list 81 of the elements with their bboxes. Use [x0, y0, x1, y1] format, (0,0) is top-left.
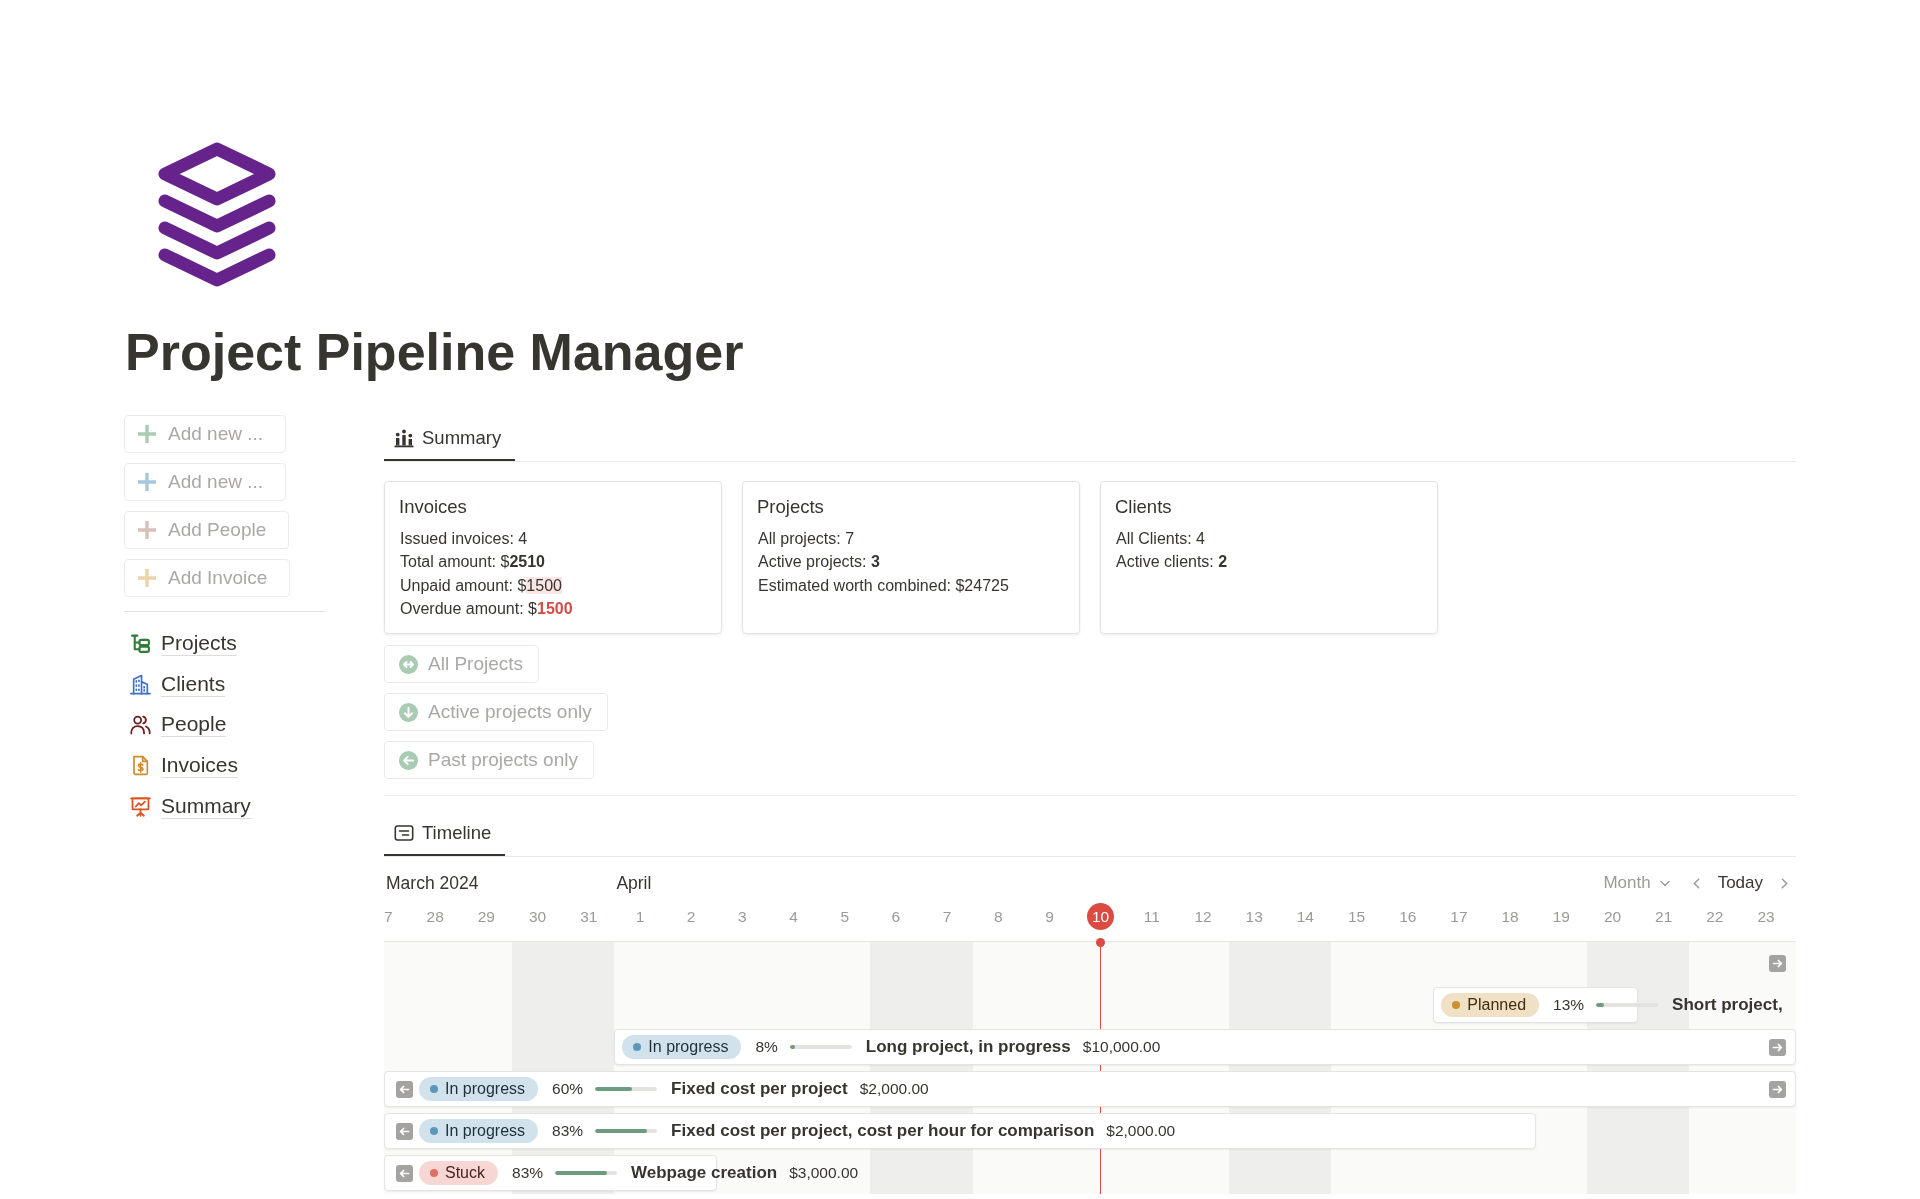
day-label: 19 — [1552, 907, 1570, 927]
progress-percent: 13% — [1553, 996, 1585, 1014]
project-amount: $2,000.00 — [1106, 1122, 1176, 1140]
sidebar-link[interactable]: Summary — [124, 786, 251, 827]
month-label: April — [615, 872, 652, 894]
sidebar-link[interactable]: Clients — [124, 663, 226, 705]
tab[interactable]: Timeline — [384, 810, 506, 856]
stat-line: Active projects: 3 — [758, 552, 880, 573]
project-title: Fixed cost per project — [671, 1079, 848, 1099]
day-label: 28 — [426, 907, 444, 927]
status-label: In progress — [445, 1122, 526, 1140]
project-title: Short project, — [1672, 995, 1783, 1015]
progress-percent: 60% — [552, 1080, 584, 1098]
project-amount: $2,000.00 — [859, 1080, 929, 1098]
day-label: 8 — [993, 907, 1003, 927]
progress-percent: 83% — [512, 1164, 544, 1182]
status-label: In progress — [445, 1080, 526, 1098]
sidebar-link[interactable]: People — [124, 704, 227, 746]
stat-line: Active clients: 2 — [1116, 552, 1228, 573]
stat-line: Total amount: $2510 — [400, 552, 545, 573]
day-label: 10 — [1087, 903, 1115, 930]
status-label: Stuck — [445, 1164, 485, 1182]
day-label: 5 — [840, 907, 849, 927]
month-label: March 2024 — [385, 872, 479, 894]
day-label: 7 — [384, 907, 393, 927]
day-label: 1 — [635, 907, 645, 927]
day-label: 30 — [528, 907, 547, 927]
day-label: 17 — [1450, 907, 1468, 927]
day-label: 7 — [942, 907, 952, 927]
card-title: Invoices — [399, 495, 467, 519]
building-icon — [130, 673, 151, 695]
day-label: 22 — [1706, 907, 1724, 927]
bar-chart-icon — [394, 428, 414, 448]
stat-line: Estimated worth combined: $24725 — [758, 575, 1009, 596]
stacked-layers-icon — [157, 141, 277, 287]
presentation-chart-icon — [130, 796, 151, 818]
sidebar-link[interactable]: Projects — [124, 623, 237, 664]
stat-line: All Clients: 4 — [1116, 529, 1205, 549]
sidebar-link[interactable]: Invoices — [124, 745, 239, 787]
hierarchy-icon — [130, 632, 151, 654]
day-label: 16 — [1399, 907, 1417, 927]
dollar-document-icon — [130, 755, 151, 777]
day-label: 2 — [686, 907, 696, 927]
day-label: 12 — [1194, 907, 1212, 927]
progress-percent: 8% — [755, 1038, 778, 1056]
project-amount: $3,000.00 — [789, 1164, 859, 1182]
tab[interactable]: Summary — [384, 415, 516, 461]
project-amount: $10,000.00 — [1082, 1038, 1161, 1056]
day-label: 13 — [1245, 907, 1263, 927]
day-label: 29 — [477, 907, 495, 927]
timeline-bar[interactable] — [614, 1029, 1796, 1065]
list-icon — [394, 823, 414, 843]
project-title: Long project, in progress — [865, 1037, 1071, 1057]
day-label: 31 — [580, 907, 598, 927]
day-label: 15 — [1347, 907, 1366, 927]
day-label: 9 — [1045, 907, 1054, 927]
day-label: 6 — [891, 907, 901, 927]
day-label: 18 — [1501, 907, 1519, 927]
card-title: Clients — [1115, 495, 1172, 519]
stat-line: Unpaid amount: $1500 — [400, 575, 562, 596]
stat-line: Issued invoices: 4 — [400, 529, 528, 549]
stat-line: All projects: 7 — [758, 529, 855, 549]
progress-percent: 83% — [552, 1122, 584, 1140]
today-button[interactable]: Today — [1717, 873, 1763, 893]
project-title: Fixed cost per project, cost per hour for comparison — [671, 1121, 1095, 1141]
day-label: 23 — [1757, 907, 1775, 927]
stat-line: Overdue amount: $1500 — [400, 598, 573, 619]
timeline-bar[interactable] — [384, 1113, 1536, 1149]
status-label: Planned — [1467, 996, 1527, 1014]
day-label: 14 — [1296, 907, 1314, 927]
card-title: Projects — [757, 495, 824, 519]
page-title: Project Pipeline Manager — [125, 322, 744, 382]
day-label: 3 — [738, 907, 747, 927]
day-label: 11 — [1143, 907, 1160, 927]
day-label: 21 — [1655, 907, 1673, 927]
status-label: In progress — [648, 1038, 729, 1056]
day-label: 4 — [789, 907, 798, 927]
day-label: 20 — [1603, 907, 1622, 927]
timeline-bar[interactable] — [384, 1071, 1796, 1107]
people-icon — [130, 714, 151, 736]
project-title: Webpage creation — [631, 1163, 778, 1183]
